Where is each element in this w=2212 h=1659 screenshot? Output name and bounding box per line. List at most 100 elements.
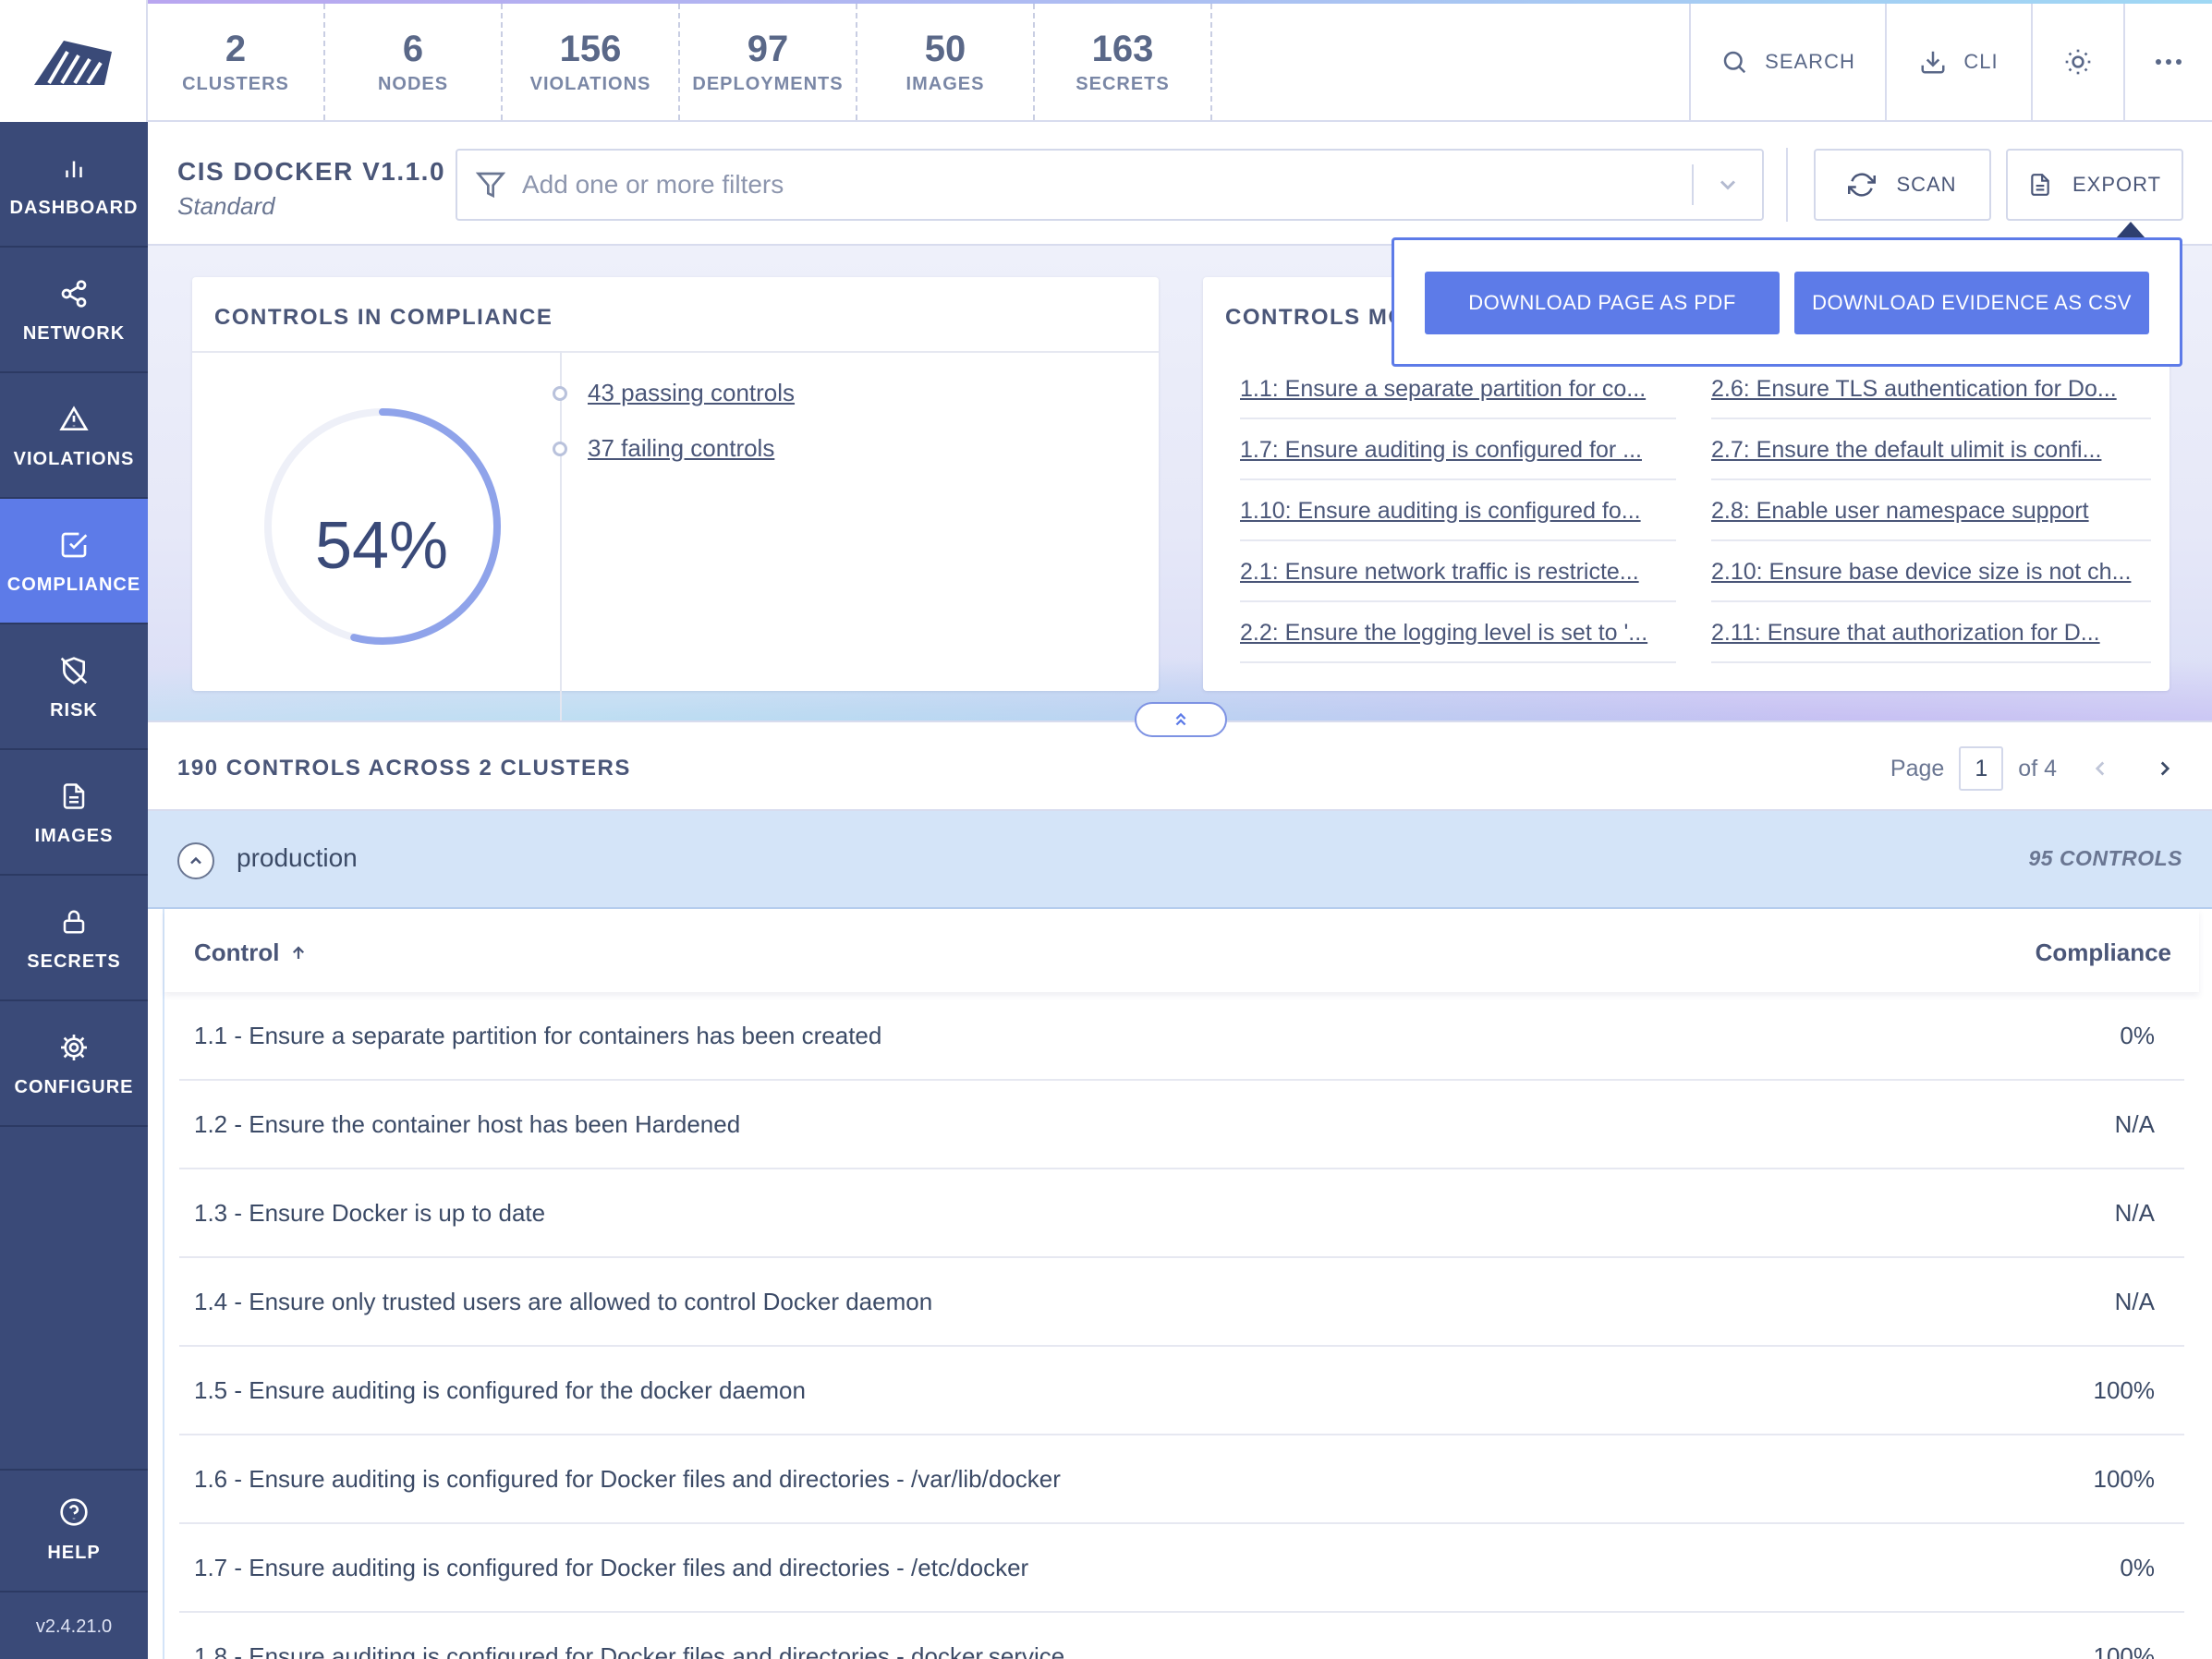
search-icon <box>1720 48 1748 76</box>
control-compliance: N/A <box>2114 1110 2155 1138</box>
version-label: v2.4.21.0 <box>35 1616 113 1637</box>
failing-control-link[interactable]: 2.1: Ensure network traffic is restricte… <box>1240 543 1676 602</box>
failing-controls-label: 37 failing controls <box>588 434 775 462</box>
popover-caret <box>2116 222 2145 238</box>
more-menu-button[interactable] <box>2123 4 2212 120</box>
control-compliance: N/A <box>2114 1288 2155 1315</box>
nav-label: VIOLATIONS <box>13 448 135 469</box>
summary-label: SECRETS <box>1076 74 1170 94</box>
nav-network[interactable]: NETWORK <box>0 248 148 373</box>
page-total: of 4 <box>2018 755 2057 781</box>
control-name: 1.8 - Ensure auditing is configured for … <box>194 1642 1065 1659</box>
summary-label: IMAGES <box>905 74 985 94</box>
summary-label: VIOLATIONS <box>529 74 651 94</box>
summary-images[interactable]: 50 IMAGES <box>857 4 1035 120</box>
failing-control-link[interactable]: 2.10: Ensure base device size is not ch.… <box>1711 543 2151 602</box>
nav-secrets[interactable]: SECRETS <box>0 876 148 1001</box>
cli-button[interactable]: CLI <box>1885 4 2031 120</box>
nav-risk[interactable]: RISK <box>0 624 148 750</box>
control-compliance: 100% <box>2093 1642 2156 1659</box>
control-compliance: 0% <box>2120 1022 2155 1049</box>
nav-label: IMAGES <box>34 825 114 846</box>
compliance-percent: 54% <box>314 509 449 583</box>
summary-count: 6 <box>402 29 424 69</box>
table-row[interactable]: 1.8 - Ensure auditing is configured for … <box>179 1613 2184 1659</box>
cluster-control-count: 95 CONTROLS <box>2028 846 2182 870</box>
table-row[interactable]: 1.6 - Ensure auditing is configured for … <box>179 1435 2184 1524</box>
nav-label: SECRETS <box>27 951 121 972</box>
failing-controls-link[interactable]: 37 failing controls <box>553 434 774 463</box>
search-button[interactable]: SEARCH <box>1689 4 1885 120</box>
download-csv-button[interactable]: DOWNLOAD EVIDENCE AS CSV <box>1794 272 2149 334</box>
app-logo[interactable] <box>0 0 148 122</box>
collapse-widgets-button[interactable] <box>1135 702 1227 737</box>
table-row[interactable]: 1.3 - Ensure Docker is up to date N/A <box>179 1169 2184 1258</box>
nav-compliance[interactable]: COMPLIANCE <box>0 499 148 624</box>
widget-divider <box>192 351 1159 353</box>
summary-nodes[interactable]: 6 NODES <box>325 4 503 120</box>
table-title: 190 CONTROLS ACROSS 2 CLUSTERS <box>177 756 631 781</box>
table-row[interactable]: 1.7 - Ensure auditing is configured for … <box>179 1524 2184 1613</box>
more-horizontal-icon <box>2155 57 2182 67</box>
chevron-right-icon <box>2160 761 2170 776</box>
refresh-icon <box>1848 171 1877 199</box>
control-name: 1.1 - Ensure a separate partition for co… <box>194 1022 882 1049</box>
pagination: Page 1 of 4 <box>1890 746 2186 791</box>
failing-control-link[interactable]: 2.8: Enable user namespace support <box>1711 482 2151 541</box>
nav-images[interactable]: IMAGES <box>0 750 148 876</box>
control-column-header[interactable]: Control <box>194 938 307 967</box>
failing-control-link[interactable]: 1.1: Ensure a separate partition for co.… <box>1240 360 1676 419</box>
failing-control-link[interactable]: 2.11: Ensure that authorization for D... <box>1711 604 2151 663</box>
control-column-label: Control <box>194 938 280 966</box>
controls-table: Control Compliance 1.1 - Ensure a separa… <box>163 909 2212 1659</box>
next-page-button[interactable] <box>2144 747 2186 790</box>
scan-button[interactable]: SCAN <box>1814 149 1991 221</box>
summary-clusters[interactable]: 2 CLUSTERS <box>148 4 325 120</box>
chevron-up-icon[interactable] <box>177 842 214 879</box>
compliance-widget: CONTROLS IN COMPLIANCE 54% 43 passing co… <box>192 277 1159 721</box>
cli-label: CLI <box>1963 50 1999 73</box>
export-button[interactable]: EXPORT <box>2006 149 2183 221</box>
table-row[interactable]: 1.5 - Ensure auditing is configured for … <box>179 1347 2184 1435</box>
sun-icon <box>2063 47 2093 77</box>
summary-deployments[interactable]: 97 DEPLOYMENTS <box>680 4 857 120</box>
nav-configure[interactable]: CONFIGURE <box>0 1001 148 1127</box>
export-label: EXPORT <box>2072 173 2162 196</box>
failing-control-link[interactable]: 1.7: Ensure auditing is configured for .… <box>1240 421 1676 480</box>
control-compliance: 100% <box>2093 1376 2156 1404</box>
file-icon <box>55 778 92 815</box>
summary-label: NODES <box>377 74 449 94</box>
page-number-input[interactable]: 1 <box>1959 746 2004 791</box>
help-label: HELP <box>47 1543 101 1563</box>
filter-placeholder: Add one or more filters <box>522 170 784 199</box>
table-row[interactable]: 1.4 - Ensure only trusted users are allo… <box>179 1258 2184 1347</box>
failing-control-link[interactable]: 2.6: Ensure TLS authentication for Do... <box>1711 360 2151 419</box>
summary-violations[interactable]: 156 VIOLATIONS <box>503 4 680 120</box>
failing-control-link[interactable]: 2.7: Ensure the default ulimit is confi.… <box>1711 421 2151 480</box>
cluster-group-row[interactable]: production 95 CONTROLS <box>148 811 2212 909</box>
failing-control-link[interactable]: 2.2: Ensure the logging level is set to … <box>1240 604 1676 663</box>
download-pdf-button[interactable]: DOWNLOAD PAGE AS PDF <box>1425 272 1780 334</box>
summary-label: CLUSTERS <box>182 74 289 94</box>
control-name: 1.2 - Ensure the container host has been… <box>194 1110 741 1138</box>
compliance-column-header[interactable]: Compliance <box>2036 938 2171 967</box>
control-name: 1.4 - Ensure only trusted users are allo… <box>194 1288 933 1315</box>
theme-toggle-button[interactable] <box>2031 4 2123 120</box>
nav-label: NETWORK <box>22 322 126 344</box>
summary-secrets[interactable]: 163 SECRETS <box>1035 4 1212 120</box>
passing-controls-link[interactable]: 43 passing controls <box>553 379 795 407</box>
nav-help[interactable]: HELP <box>0 1469 148 1592</box>
alert-triangle-icon <box>55 401 92 438</box>
nav-label: DASHBOARD <box>9 197 139 218</box>
control-compliance: N/A <box>2114 1199 2155 1227</box>
nav-violations[interactable]: VIOLATIONS <box>0 373 148 499</box>
prev-page-button[interactable] <box>2079 747 2121 790</box>
search-filter-input[interactable]: Add one or more filters <box>456 149 1764 221</box>
chevron-down-icon[interactable] <box>1694 172 1762 198</box>
table-row[interactable]: 1.1 - Ensure a separate partition for co… <box>179 992 2184 1081</box>
sidebar: DASHBOARD NETWORK VIOLATIONS COMPLIANCE … <box>0 0 148 1659</box>
nav-dashboard[interactable]: DASHBOARD <box>0 122 148 248</box>
table-row[interactable]: 1.2 - Ensure the container host has been… <box>179 1081 2184 1169</box>
file-text-icon <box>2028 171 2052 199</box>
failing-control-link[interactable]: 1.10: Ensure auditing is configured fo..… <box>1240 482 1676 541</box>
